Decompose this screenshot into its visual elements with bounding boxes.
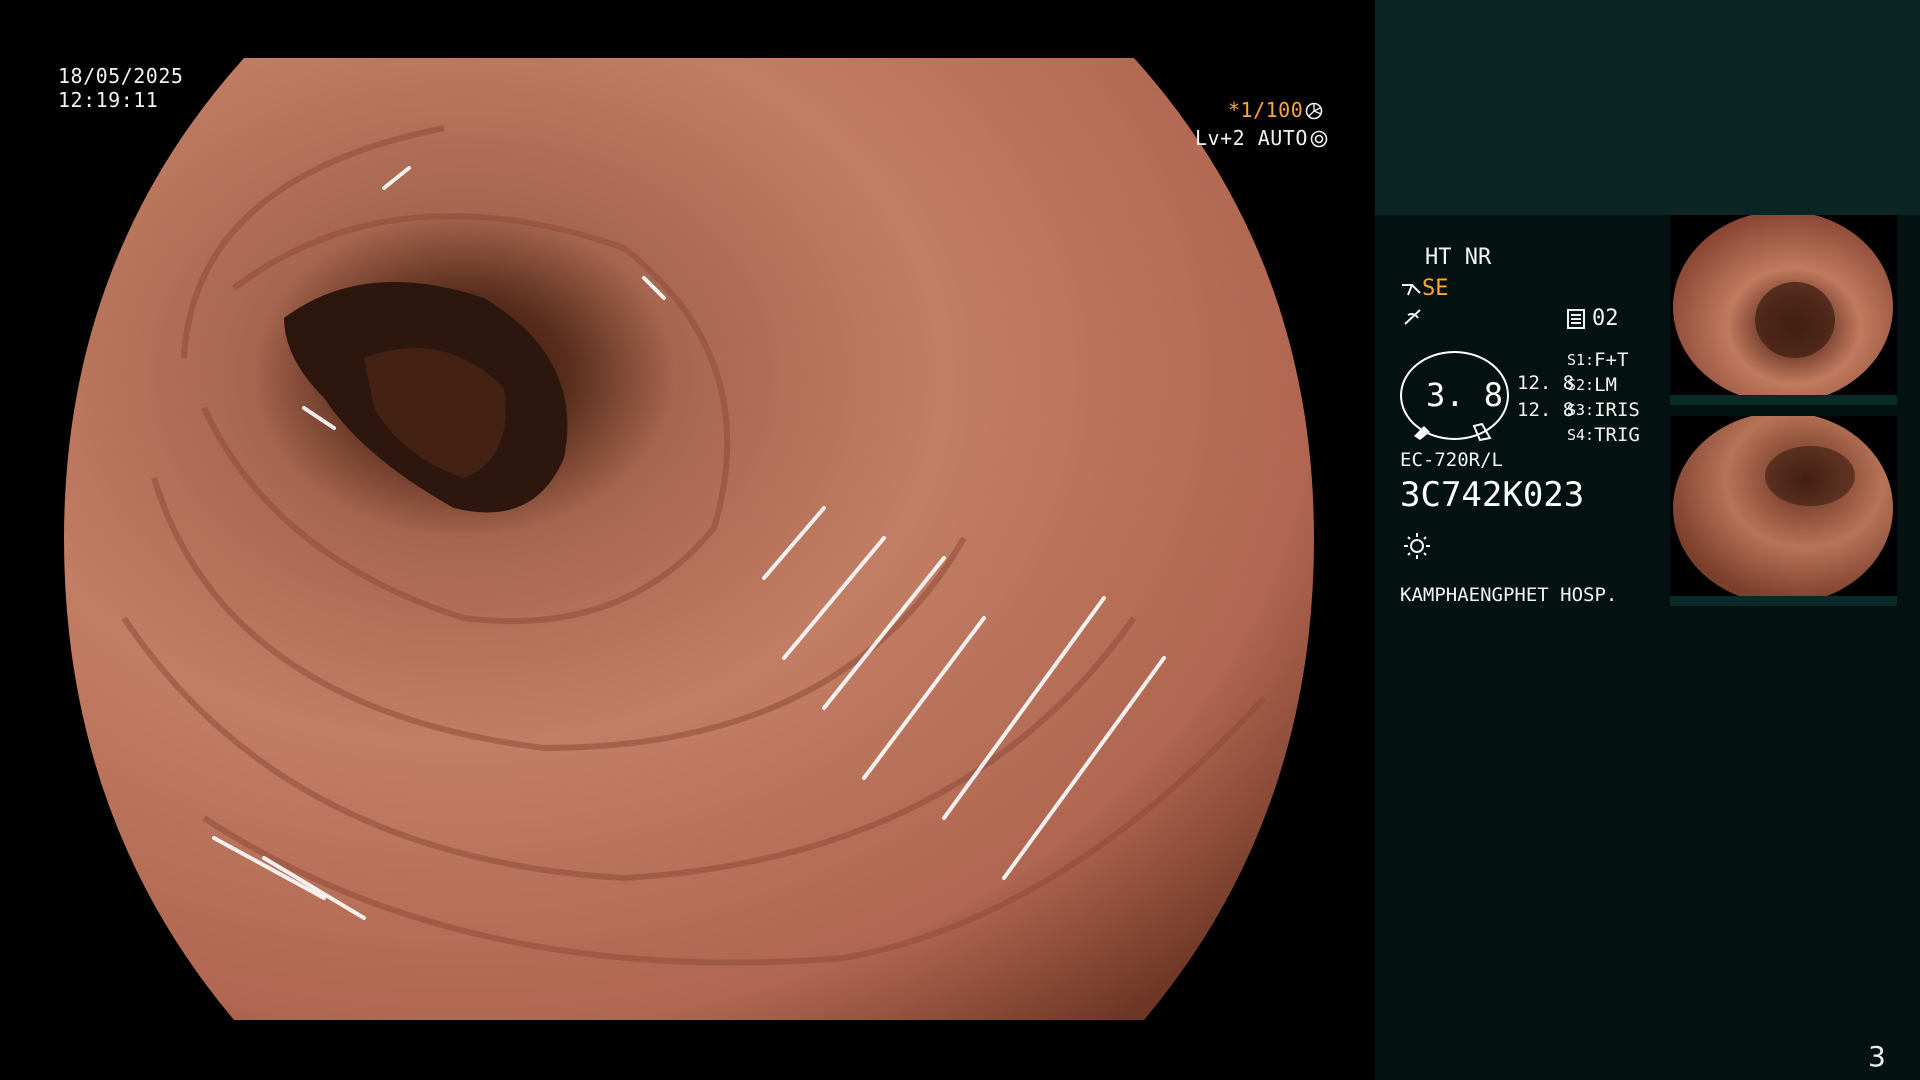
shutter-readout: *1/100 xyxy=(1228,98,1323,123)
shutter-value: *1/100 xyxy=(1228,98,1304,122)
document-icon xyxy=(1567,309,1585,329)
aperture-icon xyxy=(1305,102,1323,119)
endoscopic-image xyxy=(64,58,1314,1020)
thumbnail-1-image xyxy=(1670,215,1897,405)
switch-s2: S2: LM xyxy=(1567,374,1617,396)
left-value-1: 12. 8 xyxy=(1517,372,1575,394)
level-readout: Lv+2 AUTO xyxy=(1195,126,1328,151)
target-icon xyxy=(1310,130,1328,147)
switch-s4: S4: TRIG xyxy=(1567,424,1640,446)
structure-enhance-row: SE xyxy=(1400,276,1449,302)
hospital-name: KAMPHAENGPHET HOSP. xyxy=(1400,584,1618,606)
time-label: 12:19:11 xyxy=(58,88,159,112)
color-row xyxy=(1402,306,1424,330)
switch-s1: S1: F+T xyxy=(1567,349,1629,371)
switch-list: S1: F+T S2: LM S3: IRIS S4: TRIG xyxy=(1567,348,1640,448)
se-label: SE xyxy=(1422,276,1449,301)
light-row xyxy=(1402,530,1432,564)
enhance-icon xyxy=(1402,284,1421,296)
thumbnail-2-image xyxy=(1670,416,1897,606)
date-label: 18/05/2025 xyxy=(58,64,184,88)
color-icon xyxy=(1404,309,1421,325)
sun-icon xyxy=(1404,533,1430,559)
info-panel-header xyxy=(1375,0,1920,215)
image-count: 02 xyxy=(1592,306,1619,331)
scope-serial: 3C742K023 xyxy=(1400,475,1585,515)
level-value: Lv+2 AUTO xyxy=(1195,126,1308,150)
scope-model: EC-720R/L xyxy=(1400,449,1503,471)
left-value-2: 12. 8 xyxy=(1517,399,1575,421)
thumbnail-2[interactable] xyxy=(1670,416,1897,606)
iris-marker-icon xyxy=(1410,420,1500,446)
thumbnail-1[interactable] xyxy=(1670,215,1897,405)
image-count-row: 02 xyxy=(1566,306,1619,332)
ht-nr-label: HT NR xyxy=(1425,245,1492,270)
switch-s3: S3: IRIS xyxy=(1567,399,1640,421)
iris-value: 3. 8 xyxy=(1426,376,1504,414)
page-number: 3 xyxy=(1868,1040,1886,1073)
